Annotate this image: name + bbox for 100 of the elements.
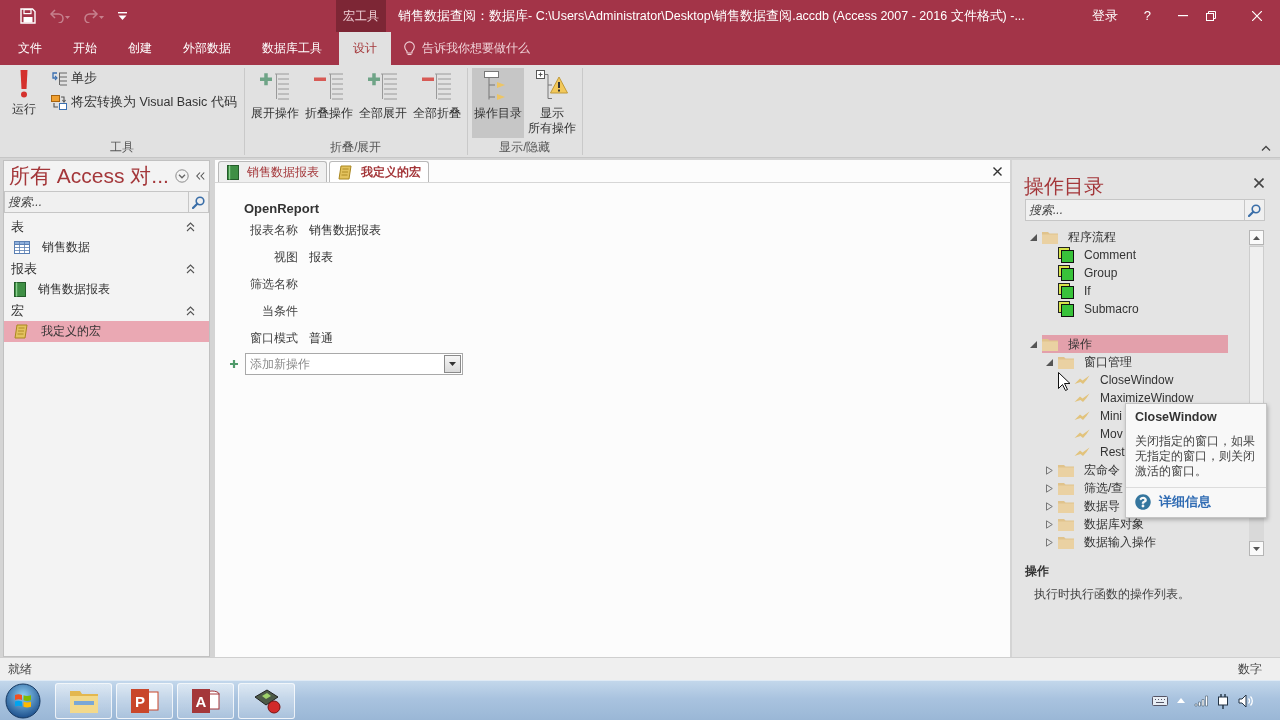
expanded-triangle-icon[interactable] <box>1045 358 1053 366</box>
plug-icon[interactable] <box>1217 692 1229 709</box>
start-orb-icon[interactable] <box>5 682 41 719</box>
argument-label: 筛选名称 <box>250 276 298 293</box>
tree-item[interactable]: Group <box>1058 264 1119 282</box>
ribbon-group-label: 折叠/展开 <box>330 139 382 155</box>
argument-value: 报表 <box>309 249 334 266</box>
ribbon-tab[interactable]: 开始 <box>59 32 111 65</box>
keyboard-icon[interactable] <box>1152 695 1168 706</box>
nav-pane-title: 所有 Access 对... <box>9 163 169 189</box>
status-text: 就绪 <box>8 660 32 678</box>
help-button[interactable]: ? <box>1143 8 1151 24</box>
tree-item[interactable]: 窗口管理 <box>1058 353 1133 371</box>
tree-item[interactable]: If <box>1058 282 1092 300</box>
tree-item[interactable]: Mov <box>1074 425 1124 443</box>
ribbon-button[interactable]: 显示 所有操作 <box>525 68 578 138</box>
double-chevron-up-icon[interactable] <box>186 221 195 232</box>
ribbon-button[interactable]: 折叠操作 <box>302 68 355 138</box>
tree-item[interactable]: 数据输入操作 <box>1058 533 1157 551</box>
ribbon-group-label: 工具 <box>109 139 134 155</box>
ribbon-tab[interactable]: 创建 <box>114 32 166 65</box>
collapse-caret-icon[interactable] <box>1261 145 1271 151</box>
caret-down-icon <box>1253 546 1260 551</box>
tree-item[interactable]: CloseWindow <box>1074 371 1175 389</box>
nav-group-header[interactable]: 表 <box>4 216 209 237</box>
collapsed-triangle-icon[interactable] <box>1045 465 1053 475</box>
taskbar-app-button[interactable]: A <box>177 682 234 719</box>
ribbon-tab[interactable]: 外部数据 <box>169 32 245 65</box>
sign-in-link[interactable]: 登录 <box>1091 7 1118 25</box>
nav-group-header[interactable]: 宏 <box>4 300 209 321</box>
ribbon-button[interactable]: 操作目录 <box>471 68 524 138</box>
collapsed-triangle-icon[interactable] <box>1045 501 1053 511</box>
minimize-icon[interactable] <box>1178 15 1188 17</box>
signal-icon[interactable] <box>1194 694 1208 707</box>
taskbar-app-button[interactable] <box>238 682 295 719</box>
add-action-combo[interactable]: 添加新操作 <box>245 353 463 375</box>
dropdown-button[interactable] <box>444 355 461 373</box>
nav-item[interactable]: 销售数据报表 <box>4 279 209 300</box>
scroll-up-button[interactable] <box>1249 230 1264 245</box>
document-tab[interactable]: 我定义的宏 <box>329 161 429 182</box>
tree-item[interactable]: 数据库对象 <box>1058 515 1145 533</box>
expanded-triangle-icon[interactable] <box>1029 340 1037 348</box>
lightbulb-icon <box>404 41 415 56</box>
folder-icon <box>1058 517 1074 531</box>
search-field[interactable]: 搜索... <box>1025 199 1265 221</box>
tree-item[interactable]: 操作 <box>1042 335 1228 353</box>
ribbon-button[interactable]: 全部展开 <box>356 68 409 138</box>
tree-item[interactable]: MaximizeWindow <box>1074 389 1195 407</box>
tooltip-title: CloseWindow <box>1135 409 1217 425</box>
tree-item[interactable]: 程序流程 <box>1042 228 1117 246</box>
search-icon[interactable] <box>1248 203 1261 217</box>
search-field[interactable]: 搜索... <box>4 191 209 213</box>
ribbon-tab[interactable]: 数据库工具 <box>248 32 336 65</box>
close-icon[interactable] <box>993 166 1002 176</box>
close-icon[interactable] <box>1254 178 1264 188</box>
nav-item[interactable]: 我定义的宏 <box>4 321 209 342</box>
dropdown-caret-icon[interactable] <box>118 12 127 20</box>
save-icon[interactable] <box>20 8 36 24</box>
collapsed-triangle-icon[interactable] <box>1045 519 1053 529</box>
tree-item[interactable]: Rest <box>1074 443 1126 461</box>
ribbon-button[interactable]: 展开操作 <box>248 68 301 138</box>
tell-me-field[interactable]: 告诉我你想要做什么 <box>404 40 530 57</box>
dropdown-circle-icon[interactable] <box>174 169 189 183</box>
lightning-icon <box>1074 393 1090 403</box>
tree-item[interactable]: 数据导 <box>1058 497 1121 515</box>
expanded-triangle-icon[interactable] <box>1029 233 1037 241</box>
double-chevron-up-icon[interactable] <box>186 305 195 316</box>
plus-icon <box>230 360 238 368</box>
folder-icon <box>1042 230 1058 244</box>
tree-item[interactable]: 筛选/查 <box>1058 479 1125 497</box>
ribbon-button[interactable]: 全部折叠 <box>410 68 463 138</box>
window-title: 销售数据查阅：数据库- C:\Users\Administrator\Desktop\销售数据查阅.accdb (Access 2007 - 2016 文件格式) -... <box>398 7 1025 25</box>
table-icon <box>14 241 30 254</box>
nav-group-header[interactable]: 报表 <box>4 258 209 279</box>
details-link[interactable]: 详细信息 <box>1159 494 1211 510</box>
speaker-icon[interactable] <box>1238 693 1254 708</box>
tree-item[interactable]: 宏命令 <box>1058 461 1121 479</box>
double-chevron-left-icon[interactable] <box>195 172 205 180</box>
ribbon-button[interactable]: 运行 <box>4 68 44 138</box>
collapsed-triangle-icon[interactable] <box>1045 483 1053 493</box>
warning-tree-icon <box>535 70 568 102</box>
ribbon-button[interactable]: 将宏转换为 Visual Basic 代码 <box>48 92 240 112</box>
ribbon-tab[interactable]: 文件 <box>4 32 56 65</box>
folder-icon <box>1042 337 1058 351</box>
nav-item[interactable]: 销售数据 <box>4 237 209 258</box>
collapsed-triangle-icon[interactable] <box>1045 537 1053 547</box>
plus-lines-icon <box>258 70 291 102</box>
convert-icon <box>51 94 67 110</box>
search-icon[interactable] <box>192 195 205 209</box>
document-tab[interactable]: 销售数据报表 <box>218 161 327 182</box>
scroll-down-button[interactable] <box>1249 541 1264 556</box>
tree-item[interactable]: Comment <box>1058 246 1137 264</box>
restore-icon[interactable] <box>1206 11 1216 21</box>
ribbon-button[interactable]: 单步 <box>48 68 240 88</box>
tree-item[interactable]: Mini <box>1074 407 1123 425</box>
taskbar-app-button[interactable]: P <box>116 682 173 719</box>
double-chevron-up-icon[interactable] <box>186 263 195 274</box>
tooltip-description: 关闭指定的窗口，如果无指定的窗口，则关闭激活的窗口。 <box>1135 434 1256 479</box>
ribbon-tab[interactable]: 设计 <box>339 32 391 65</box>
tree-item[interactable]: Submacro <box>1058 300 1140 318</box>
